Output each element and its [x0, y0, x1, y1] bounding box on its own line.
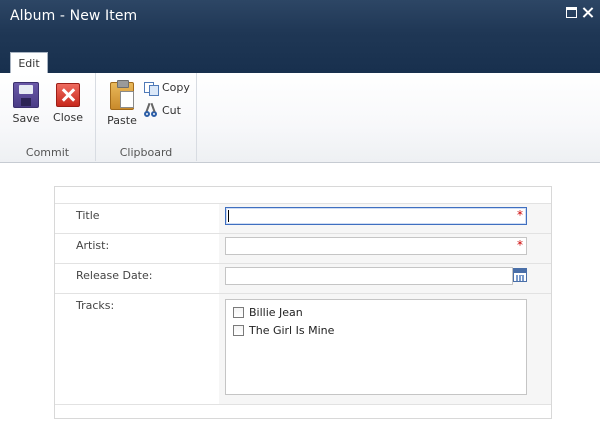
- list-item[interactable]: Billie Jean: [233, 303, 519, 321]
- ribbon: Save Close Commit Paste Clipboard Copy C…: [0, 73, 600, 163]
- release-date-label: Release Date:: [76, 269, 153, 282]
- tab-edit[interactable]: Edit: [10, 52, 48, 74]
- group-label-commit: Commit: [25, 146, 70, 159]
- copy-button[interactable]: Copy: [144, 81, 190, 96]
- copy-icon: [144, 81, 159, 96]
- artist-label: Artist:: [76, 239, 110, 252]
- track-checkbox[interactable]: [233, 306, 244, 318]
- maximize-icon[interactable]: [566, 7, 577, 18]
- copy-label: Copy: [162, 81, 190, 94]
- close-window-icon[interactable]: [583, 7, 594, 18]
- calendar-icon[interactable]: [513, 268, 527, 282]
- form-row-title: Title *: [55, 204, 551, 234]
- close-button[interactable]: Close: [50, 82, 86, 124]
- track-label: Billie Jean: [249, 305, 303, 319]
- track-checkbox[interactable]: [233, 324, 244, 336]
- list-item[interactable]: The Girl Is Mine: [233, 321, 519, 339]
- window-title: Album - New Item: [10, 8, 138, 24]
- cut-label: Cut: [162, 103, 181, 117]
- required-marker: *: [517, 238, 523, 252]
- release-date-field-cell: [219, 264, 551, 293]
- paste-label: Paste: [107, 114, 137, 127]
- text-caret: [228, 210, 229, 222]
- form-area: Title * Artist: * Release Date: Tracks: …: [0, 163, 600, 434]
- group-label-clipboard: Clipboard: [119, 146, 173, 159]
- form-header-spacer: [55, 187, 551, 204]
- floppy-disk-icon: [13, 82, 39, 108]
- title-label: Title: [76, 209, 100, 222]
- clipboard-icon: [110, 80, 134, 110]
- red-x-icon: [56, 83, 80, 107]
- form-row-artist: Artist: *: [55, 234, 551, 264]
- close-label: Close: [53, 111, 83, 124]
- ribbon-group-commit: Save Close Commit: [0, 73, 96, 161]
- title-field-cell: *: [219, 204, 551, 233]
- new-item-form: Title * Artist: * Release Date: Tracks: …: [54, 186, 552, 419]
- required-marker: *: [517, 208, 523, 222]
- title-input[interactable]: *: [225, 207, 527, 225]
- form-row-tracks: Tracks: Billie Jean The Girl Is Mine: [55, 294, 551, 405]
- tracks-label: Tracks:: [76, 299, 115, 312]
- release-date-input[interactable]: [225, 267, 513, 285]
- paste-button[interactable]: Paste: [102, 80, 142, 127]
- scissors-icon: [144, 103, 158, 117]
- save-button[interactable]: Save: [8, 82, 44, 125]
- artist-input[interactable]: *: [225, 237, 527, 255]
- artist-field-cell: *: [219, 234, 551, 263]
- window-controls: [566, 7, 594, 18]
- track-label: The Girl Is Mine: [249, 323, 335, 337]
- window-titlebar: Album - New Item Edit: [0, 0, 600, 74]
- tracks-field-cell: Billie Jean The Girl Is Mine: [219, 294, 551, 404]
- cut-button[interactable]: Cut: [144, 103, 181, 117]
- form-row-release-date: Release Date:: [55, 264, 551, 294]
- tracks-checkbox-list: Billie Jean The Girl Is Mine: [225, 299, 527, 395]
- save-label: Save: [12, 112, 40, 125]
